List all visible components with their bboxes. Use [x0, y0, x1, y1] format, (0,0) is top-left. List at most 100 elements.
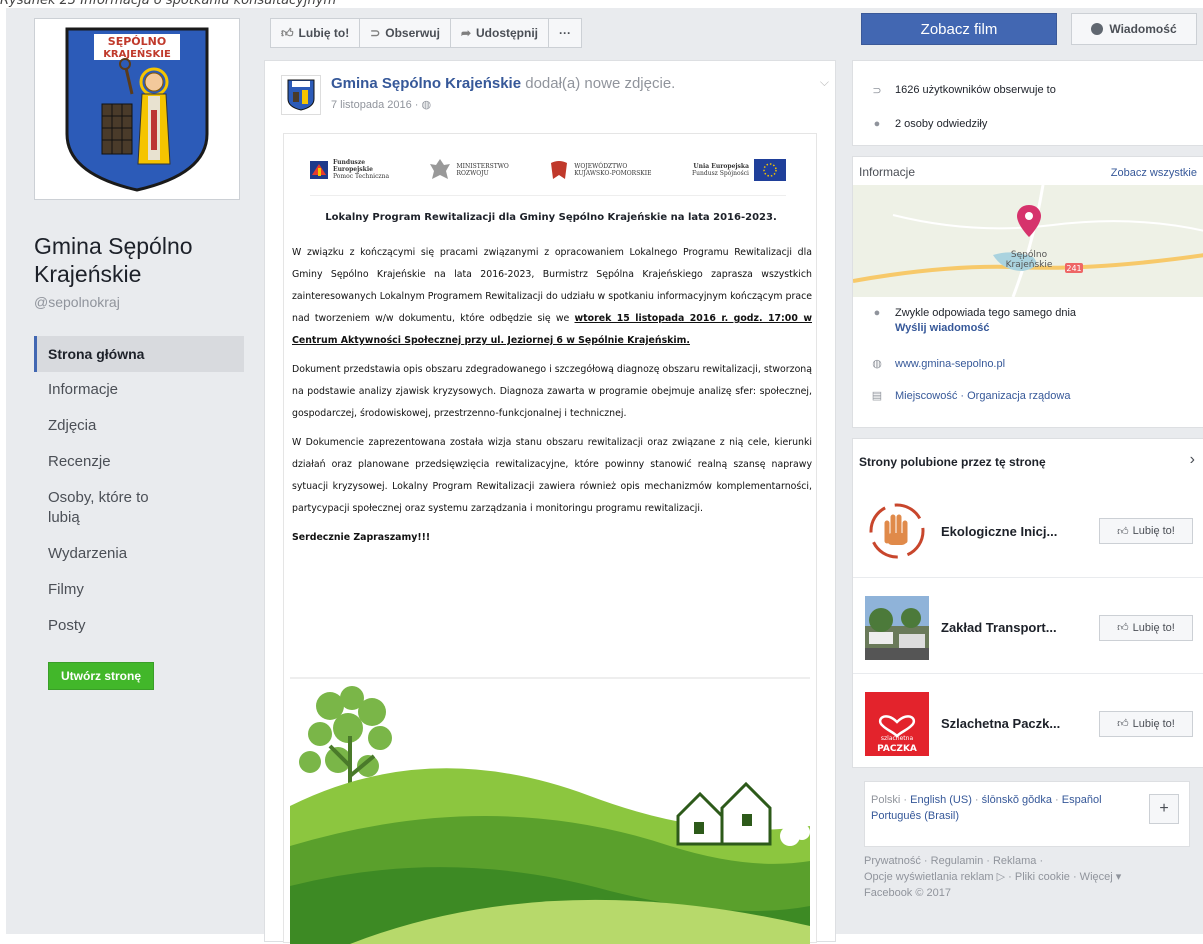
- lang-portuguese[interactable]: Português (Brasil): [871, 810, 959, 822]
- doc-paragraph-4: Serdecznie Zapraszamy!!!: [292, 532, 431, 543]
- post-avatar[interactable]: [281, 75, 321, 115]
- post-action-text: dodał(a) nowe zdjęcie.: [525, 75, 676, 92]
- map-label-line2: Krajeńskie: [1006, 260, 1053, 270]
- page-handle: @sepolnokraj: [34, 294, 120, 310]
- liked-page-item[interactable]: szlachetna PACZKA Szlachetna Paczk... 👍︎…: [853, 673, 1203, 773]
- lang-english[interactable]: English (US): [910, 794, 972, 806]
- follow-button[interactable]: ⊃ Obserwuj: [360, 19, 451, 47]
- post: Gmina Sępólno Krajeńskie dodał(a) nowe z…: [264, 60, 836, 944]
- website-row: ◍ www.gmina-sepolno.pl: [853, 357, 1021, 371]
- like-page-button[interactable]: 👍︎ Lubię to!: [1099, 614, 1193, 641]
- post-author-link[interactable]: Gmina Sępólno Krajeńskie: [331, 75, 521, 92]
- response-text: Zwykle odpowiada tego samego dnia: [895, 307, 1077, 319]
- fe-logo-icon: [310, 160, 328, 179]
- lang-spanish[interactable]: Español: [1062, 794, 1102, 806]
- thumbs-up-icon: 👍︎: [281, 25, 294, 40]
- create-page-button[interactable]: Utwórz stronę: [48, 662, 155, 690]
- liked-page-name[interactable]: Zakład Transport...: [941, 620, 1081, 635]
- location-pin-icon: ●: [873, 118, 881, 130]
- logo-woj-line2: KUJAWSKO-POMORSKIE: [574, 169, 652, 177]
- badge-text-top: SĘPÓLNO: [108, 35, 166, 48]
- followers-text: 1626 użytkowników obserwuje to: [895, 84, 1056, 96]
- liked-page-thumb: szlachetna PACZKA: [865, 691, 929, 756]
- category-link[interactable]: Miejscowość · Organizacja rządowa: [895, 390, 1070, 402]
- messenger-icon: [1091, 23, 1104, 35]
- logo-fe-line2: Europejskie: [333, 166, 373, 173]
- profile-picture[interactable]: SĘPÓLNO KRAJEŃSKIE: [34, 18, 240, 200]
- thumbs-up-icon: 👍︎: [1117, 718, 1129, 730]
- doc-paragraph-2: Dokument przedstawia opis obszaru zdegra…: [292, 364, 812, 419]
- paczka-text-bottom: PACZKA: [877, 744, 917, 754]
- like-page-button[interactable]: 👍︎ Lubię to!: [1099, 518, 1193, 544]
- logo-woj-line1: WOJEWÓDZTWO: [574, 162, 628, 170]
- chat-bubble-icon: ●: [873, 307, 881, 319]
- post-date[interactable]: 7 listopada 2016 · ◍: [331, 98, 675, 111]
- footer-line-1[interactable]: Prywatność · Regulamin · Reklama ·: [864, 853, 1194, 869]
- message-button[interactable]: Wiadomość: [1071, 13, 1197, 45]
- liked-page-name[interactable]: Ekologiczne Inicj...: [941, 524, 1081, 539]
- share-arrow-icon: ➦: [460, 26, 472, 40]
- nav-item-likes[interactable]: Osoby, które to lubią: [34, 480, 154, 536]
- watch-video-button[interactable]: Zobacz film: [861, 13, 1057, 45]
- website-link[interactable]: www.gmina-sepolno.pl: [895, 358, 1005, 370]
- chevron-right-icon[interactable]: ›: [1190, 451, 1195, 469]
- send-message-link[interactable]: Wyślij wiadomość: [895, 322, 1076, 334]
- footer-copyright: Facebook © 2017: [864, 887, 951, 899]
- like-page-button[interactable]: 👍︎ Lubię to!: [1099, 710, 1193, 737]
- logo-ue-line2: Fundusz Spójności: [691, 169, 749, 177]
- more-button[interactable]: ···: [549, 19, 581, 47]
- post-image[interactable]: Fundusze Europejskie Pomoc Techniczna MINI…: [283, 133, 817, 944]
- nav-item-photos[interactable]: Zdjęcia: [34, 408, 244, 444]
- response-row: ● Zwykle odpowiada tego samego dnia Wyśl…: [853, 307, 1092, 334]
- liked-page-item[interactable]: Ekologiczne Inicj... 👍︎ Lubię to!: [853, 481, 1203, 581]
- lang-silesian[interactable]: ślōnskŏ gŏdka: [982, 794, 1052, 806]
- doc-title: Lokalny Program Rewitalizacji dla Gminy …: [325, 212, 777, 223]
- add-language-button[interactable]: +: [1149, 794, 1179, 824]
- lang-separator: ·: [971, 794, 982, 806]
- figure-caption: Rysunek 23 Informacja o spotkaniu konsul…: [0, 0, 337, 8]
- like-page-label: Lubię to!: [1132, 717, 1175, 730]
- badge-text-bottom: KRAJEŃSKIE: [103, 47, 171, 60]
- left-column: SĘPÓLNO KRAJEŃSKIE Gmina Sępólno Krajeńs…: [34, 18, 244, 690]
- nav-item-home[interactable]: Strona główna: [34, 336, 244, 372]
- like-page-label: Lubię to!: [1132, 621, 1175, 634]
- share-label: Udostępnij: [476, 26, 539, 40]
- liked-page-name[interactable]: Szlachetna Paczk...: [941, 716, 1081, 731]
- map-label-line1: Sępólno: [1011, 249, 1048, 260]
- follow-label: Obserwuj: [385, 26, 440, 40]
- building-icon: ▤: [871, 390, 883, 402]
- landscape-illustration: [290, 676, 810, 944]
- nav-item-videos[interactable]: Filmy: [34, 572, 244, 608]
- post-date-text: 7 listopada 2016 ·: [331, 99, 422, 111]
- share-button[interactable]: ➦ Udostępnij: [451, 19, 550, 47]
- footer-line-2[interactable]: Opcje wyświetlania reklam ▷ · Pliki cook…: [864, 869, 1194, 885]
- szlachetna-paczka-logo: szlachetna PACZKA: [865, 691, 929, 756]
- page-nav: Strona główna Informacje Zdjęcia Recenzj…: [34, 336, 244, 644]
- doc-paragraph-3: W Dokumencie zaprezentowana została wizj…: [292, 437, 812, 514]
- liked-page-thumb: [865, 595, 929, 660]
- thumbs-up-icon: 👍︎: [1117, 622, 1129, 634]
- page-title: Gmina Sępólno Krajeńskie: [34, 233, 193, 287]
- doc-body: W związku z kończącymi się pracami związ…: [292, 242, 812, 556]
- location-map[interactable]: 241 Sępólno Krajeńskie: [853, 185, 1203, 297]
- nav-item-info[interactable]: Informacje: [34, 372, 244, 408]
- nav-item-reviews[interactable]: Recenzje: [34, 444, 244, 480]
- visits-row: ● 2 osoby odwiedziły: [853, 109, 1203, 139]
- globe-icon: ◍: [872, 358, 882, 370]
- like-page-label: Lubię to!: [1132, 525, 1175, 537]
- nav-item-posts[interactable]: Posty: [34, 608, 244, 644]
- coat-of-arms-icon: [287, 79, 315, 111]
- chevron-down-icon[interactable]: ⌵: [820, 75, 829, 90]
- bus-depot-photo: [865, 595, 929, 660]
- logo-min-line1: MINISTERSTWO: [456, 162, 509, 170]
- hand-logo-icon: [865, 499, 929, 563]
- eu-flag-icon: [753, 158, 786, 181]
- lang-current: Polski ·: [871, 794, 911, 806]
- see-all-link[interactable]: Zobacz wszystkie: [1111, 167, 1197, 179]
- coat-of-arms-icon: SĘPÓLNO KRAJEŃSKIE: [65, 27, 209, 192]
- info-card: Informacje Zobacz wszystkie 241 Sępólno …: [852, 156, 1203, 428]
- nav-item-events[interactable]: Wydarzenia: [34, 536, 244, 572]
- funding-logos: Fundusze Europejskie Pomoc Techniczna MINI…: [310, 144, 786, 196]
- like-button[interactable]: 👍︎ Lubię to!: [271, 19, 361, 47]
- liked-page-item[interactable]: Zakład Transport... 👍︎ Lubię to!: [853, 577, 1203, 677]
